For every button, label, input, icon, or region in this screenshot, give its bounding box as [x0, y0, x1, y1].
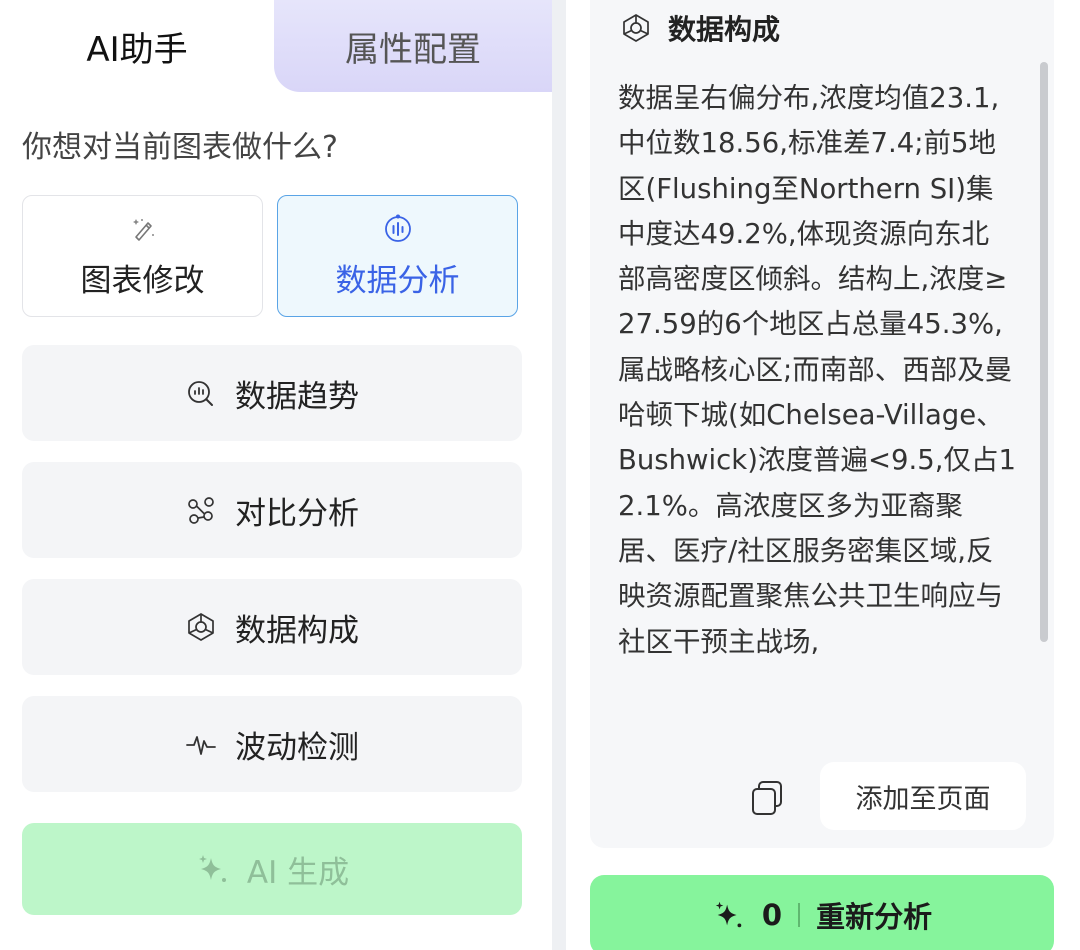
data-composition-button[interactable]: 数据构成 — [22, 579, 522, 675]
add-to-page-button[interactable]: 添加至页面 — [820, 762, 1026, 830]
pulse-wave-icon — [186, 736, 216, 755]
ai-generate-button[interactable]: AI 生成 — [22, 823, 522, 915]
analysis-text: 数据呈右偏分布,浓度均值23.1,中位数18.56,标准差7.4;前5地区(Fl… — [618, 82, 1016, 658]
tab-property-config[interactable]: 属性配置 — [274, 0, 552, 92]
chart-edit-card[interactable]: 图表修改 — [22, 195, 263, 317]
panel-divider — [552, 0, 566, 950]
compare-nodes-icon — [188, 497, 214, 524]
add-to-page-label: 添加至页面 — [855, 783, 991, 815]
fluctuation-detection-label: 波动检测 — [235, 729, 359, 766]
reanalyze-separator — [798, 903, 801, 927]
chart-edit-label: 图表修改 — [80, 262, 205, 299]
compare-analysis-label: 对比分析 — [235, 495, 359, 532]
question-prompt: 你想对当前图表做什么? — [22, 130, 338, 165]
tab-ai-assistant[interactable]: AI助手 — [0, 0, 274, 92]
trend-search-icon — [188, 381, 213, 406]
data-trend-button[interactable]: 数据趋势 — [22, 345, 522, 441]
data-analysis-label: 数据分析 — [335, 262, 460, 299]
reanalyze-label: 重新分析 — [816, 900, 933, 934]
result-title: 数据构成 — [668, 13, 781, 46]
ai-generate-label: AI 生成 — [246, 854, 350, 891]
result-panel: 数据构成 数据呈右偏分布,浓度均值23.1,中位数18.56,标准差7.4;前5… — [566, 0, 1080, 950]
result-header: 数据构成 — [590, 0, 1054, 56]
analysis-circle-icon — [384, 214, 411, 242]
left-panel: AI助手 属性配置 你想对当前图表做什么? 图表修改 数据分析 数据趋势 对比分… — [0, 0, 552, 950]
tab-bar: AI助手 属性配置 — [0, 0, 552, 92]
magic-pen-icon — [132, 218, 154, 241]
data-trend-label: 数据趋势 — [235, 378, 359, 415]
reanalyze-button[interactable]: 0 重新分析 — [590, 875, 1054, 950]
copy-icon[interactable] — [748, 778, 788, 818]
scrollbar[interactable] — [1040, 62, 1048, 642]
sparkle-icon — [198, 855, 226, 882]
data-composition-label: 数据构成 — [235, 612, 359, 649]
composition-cube-icon — [623, 14, 649, 42]
sparkle-icon — [715, 901, 742, 928]
tab-property-config-label: 属性配置 — [345, 29, 481, 70]
result-content: 数据呈右偏分布,浓度均值23.1,中位数18.56,标准差7.4;前5地区(Fl… — [590, 56, 1054, 848]
data-analysis-card[interactable]: 数据分析 — [277, 195, 518, 317]
fluctuation-detection-button[interactable]: 波动检测 — [22, 696, 522, 792]
reanalyze-count: 0 — [761, 898, 783, 932]
compare-analysis-button[interactable]: 对比分析 — [22, 462, 522, 558]
composition-cube-icon — [188, 613, 214, 641]
tab-ai-assistant-label: AI助手 — [86, 29, 188, 70]
